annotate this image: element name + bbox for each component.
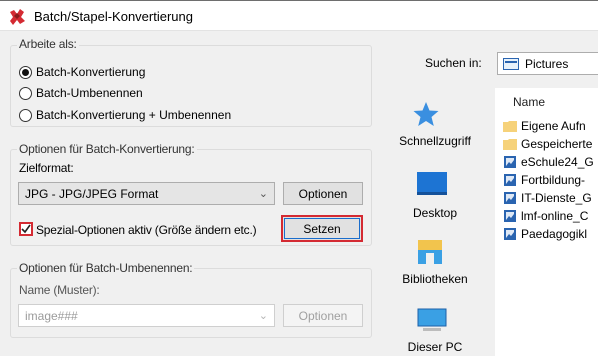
file-name: Eigene Aufn <box>521 119 586 133</box>
file-list[interactable]: Name Eigene Aufn Gespeicherte eSchule24_… <box>495 88 598 356</box>
look-in-label: Suchen in: <box>425 56 482 70</box>
panel-divider <box>378 31 379 356</box>
image-file-icon <box>504 228 516 240</box>
radio-label: Batch-Konvertierung + Umbenennen <box>36 108 232 122</box>
image-file-icon <box>504 192 516 204</box>
format-select[interactable]: JPG - JPG/JPEG Format ⌄ <box>18 182 275 205</box>
image-file-icon <box>504 174 516 186</box>
folder-icon <box>503 139 517 150</box>
list-item[interactable]: lmf-online_C <box>503 207 588 225</box>
list-item[interactable]: Fortbildung- <box>503 171 585 189</box>
column-header-name[interactable]: Name <box>513 95 545 109</box>
file-name: lmf-online_C <box>521 209 589 223</box>
radio-button[interactable] <box>19 86 32 100</box>
place-libraries[interactable]: Bibliotheken <box>380 230 490 296</box>
work-as-legend: Arbeite als: <box>17 37 79 51</box>
image-file-icon <box>504 210 516 222</box>
file-name: IT-Dienste_G <box>521 191 592 205</box>
desktop-icon <box>417 172 447 195</box>
place-label: Dieser PC <box>407 340 463 354</box>
list-item[interactable]: Paedagogikl <box>503 225 587 243</box>
places-bar: Schnellzugriff Desktop Bibliotheken Dies… <box>380 88 490 356</box>
title-bar: Batch/Stapel-Konvertierung <box>0 0 598 31</box>
radio-batch-rename[interactable]: Batch-Umbenennen <box>19 85 143 101</box>
place-this-pc[interactable]: Dieser PC <box>380 296 490 356</box>
name-pattern-label: Name (Muster): <box>19 283 100 297</box>
radio-batch-convert[interactable]: Batch-Konvertierung <box>19 64 145 80</box>
name-pattern-value: image### <box>25 308 78 323</box>
convert-options-button[interactable]: Optionen <box>283 182 363 205</box>
checkmark-icon <box>21 224 31 234</box>
name-pattern-select[interactable]: image### ⌄ <box>18 304 275 327</box>
place-label: Schnellzugriff <box>399 134 471 148</box>
pictures-folder-icon <box>503 57 519 70</box>
chevron-down-icon: ⌄ <box>258 188 268 200</box>
app-icon <box>10 9 25 25</box>
place-quick-access[interactable]: Schnellzugriff <box>380 88 490 168</box>
file-name: Fortbildung- <box>521 173 586 187</box>
file-name: Paedagogikl <box>521 227 588 241</box>
convert-options-legend: Optionen für Batch-Konvertierung: <box>17 142 197 156</box>
button-label: Setzen <box>303 221 341 236</box>
radio-label: Batch-Konvertierung <box>36 65 146 79</box>
button-label: Optionen <box>298 186 348 201</box>
radio-button[interactable] <box>19 108 32 122</box>
special-options-checkbox[interactable] <box>19 222 33 236</box>
image-file-icon <box>504 156 516 168</box>
computer-icon <box>417 308 447 331</box>
look-in-select[interactable]: Pictures <box>497 52 598 75</box>
set-button[interactable]: Setzen <box>281 215 363 242</box>
file-name: eSchule24_G <box>521 155 594 169</box>
place-label: Bibliotheken <box>402 272 468 286</box>
list-item[interactable]: eSchule24_G <box>503 153 594 171</box>
radio-button[interactable] <box>19 65 32 79</box>
star-icon <box>413 102 439 126</box>
rename-options-legend: Optionen für Batch-Umbenennen: <box>17 261 195 275</box>
library-icon <box>418 240 442 264</box>
radio-label: Batch-Umbenennen <box>36 86 143 100</box>
list-item[interactable]: Gespeicherte <box>503 135 592 153</box>
window-title: Batch/Stapel-Konvertierung <box>34 9 193 24</box>
folder-icon <box>503 121 517 132</box>
place-desktop[interactable]: Desktop <box>380 168 490 230</box>
format-value: JPG - JPG/JPEG Format <box>25 186 159 201</box>
rename-options-group <box>10 268 372 338</box>
special-options-label: Spezial-Optionen aktiv (Größe ändern etc… <box>36 223 257 237</box>
chevron-down-icon: ⌄ <box>258 310 268 322</box>
rename-options-button[interactable]: Optionen <box>283 304 363 327</box>
button-label: Optionen <box>298 308 348 323</box>
list-item[interactable]: Eigene Aufn <box>503 117 586 135</box>
radio-batch-convert-rename[interactable]: Batch-Konvertierung + Umbenennen <box>19 107 231 123</box>
list-item[interactable]: IT-Dienste_G <box>503 189 592 207</box>
file-name: Gespeicherte <box>521 137 593 151</box>
look-in-value: Pictures <box>525 56 569 71</box>
place-label: Desktop <box>412 206 458 220</box>
target-format-label: Zielformat: <box>19 161 74 175</box>
